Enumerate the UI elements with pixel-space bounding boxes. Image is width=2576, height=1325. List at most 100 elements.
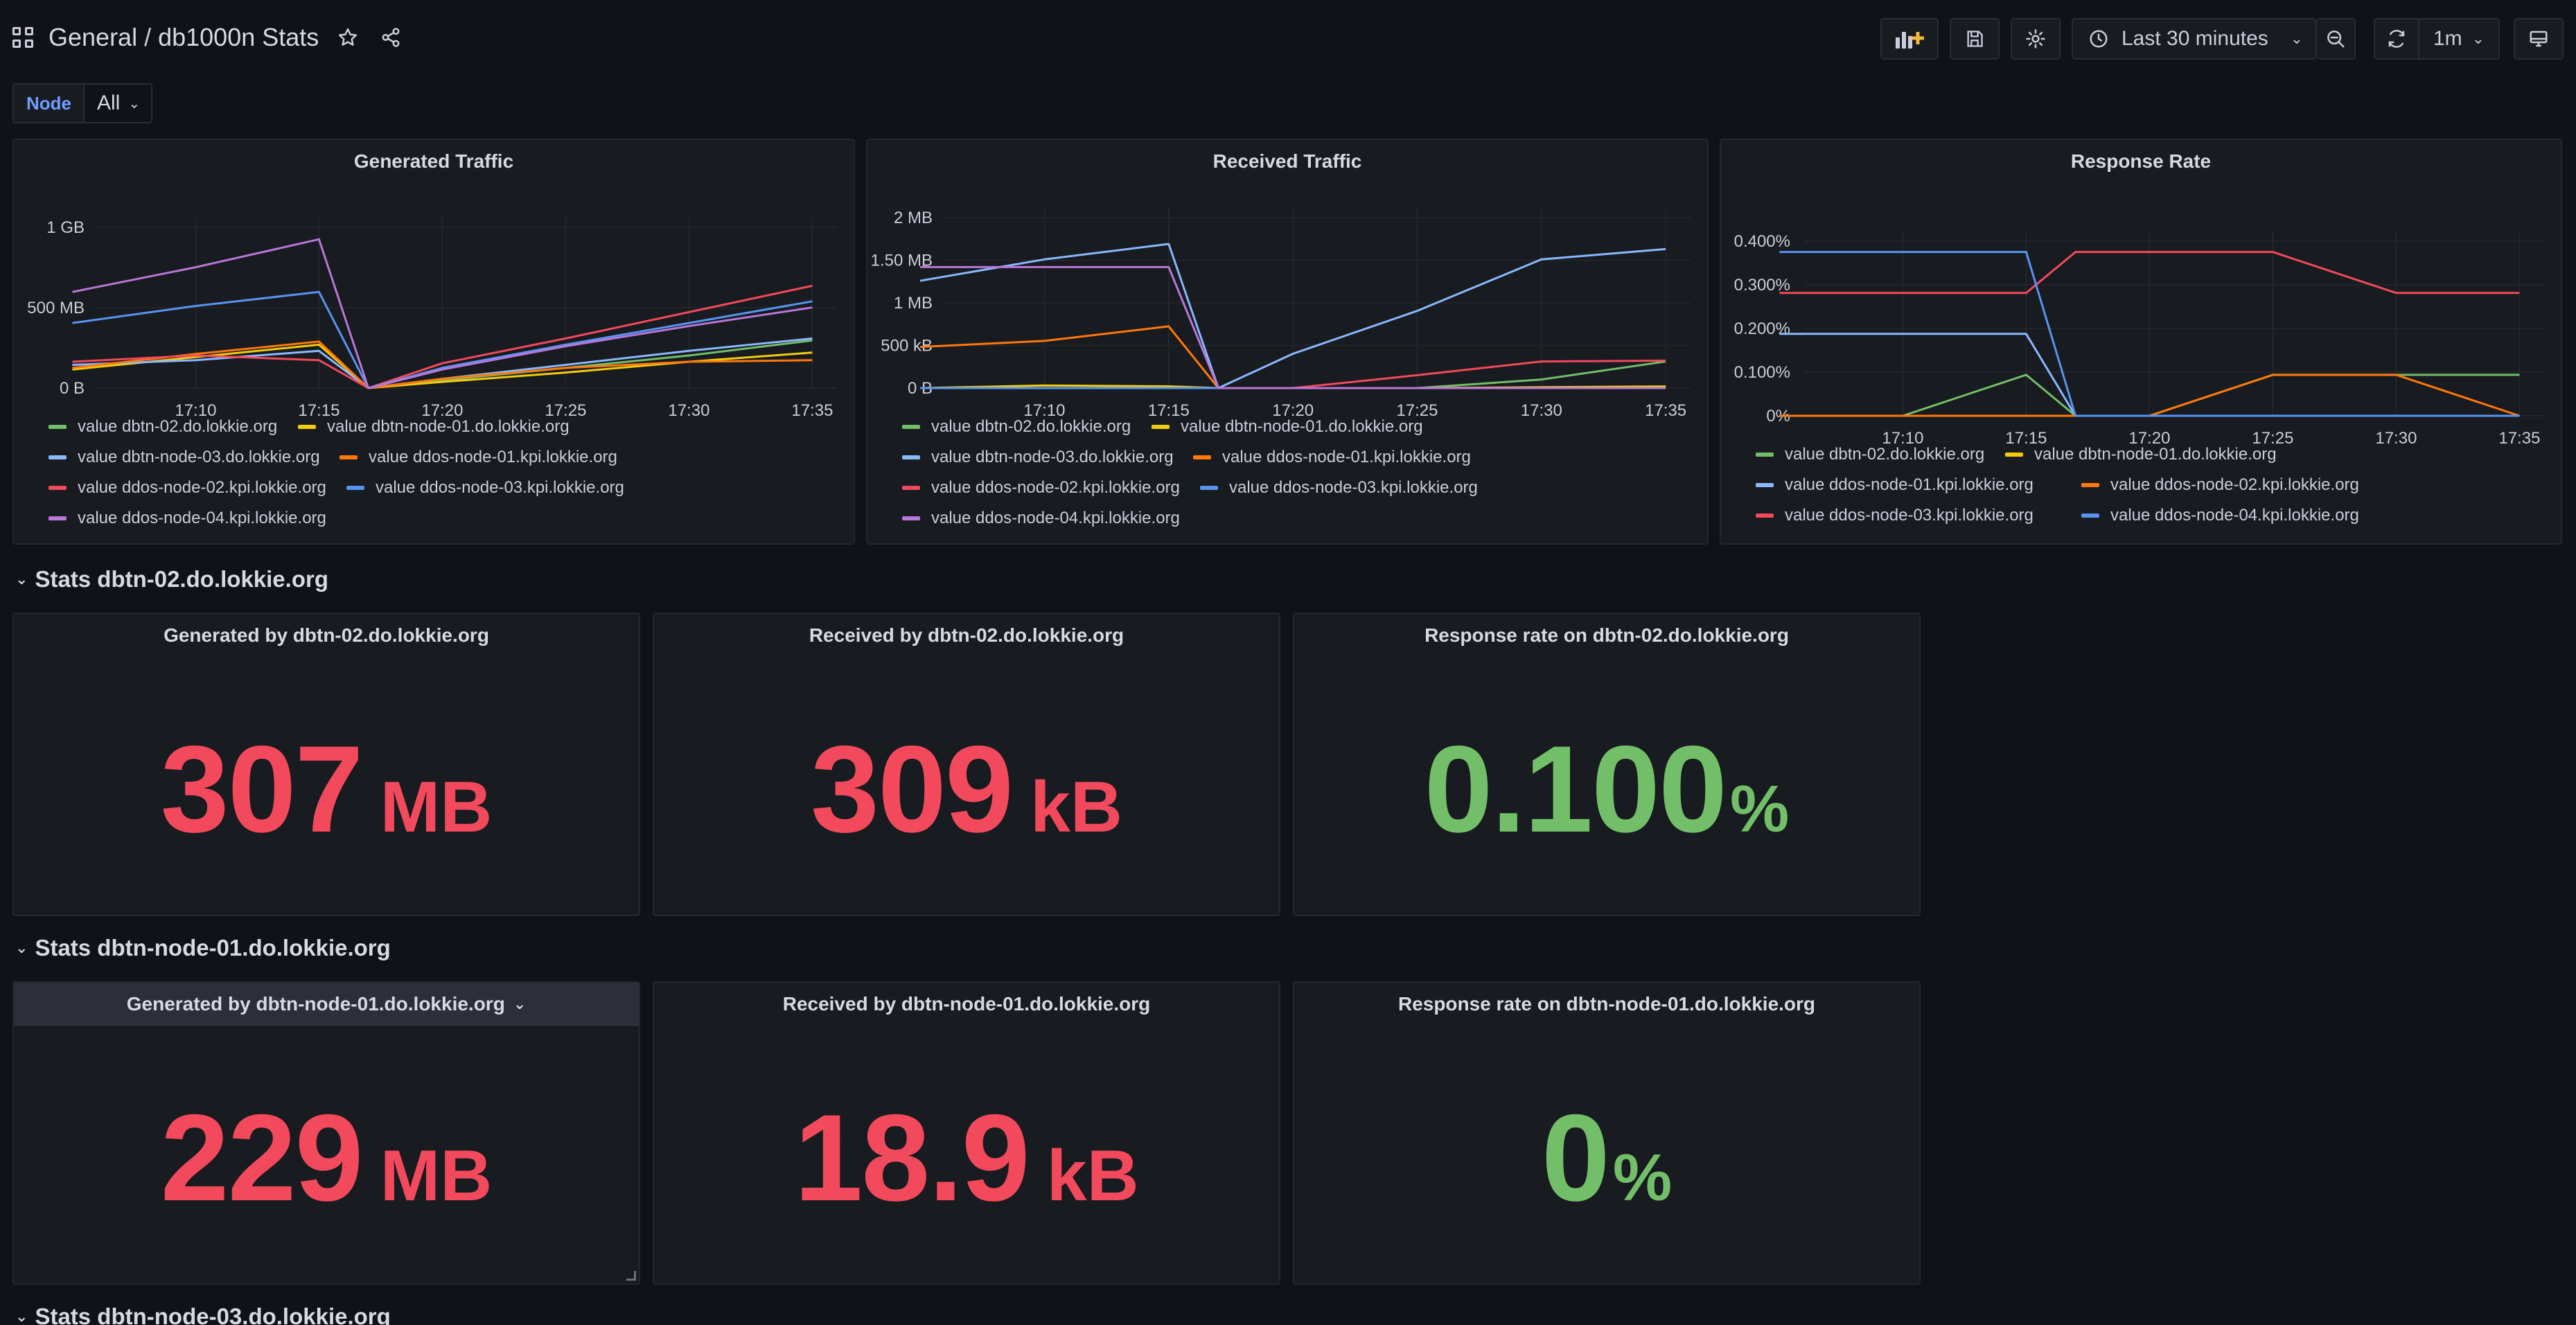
panel-title[interactable]: Generated by dbtn-02.do.lokkie.org: [14, 614, 639, 657]
chevron-down-icon: ⌄: [15, 939, 28, 956]
stat-panel-generated-dbtn-02[interactable]: Generated by dbtn-02.do.lokkie.org 307 MB: [12, 613, 640, 916]
stat-panel-response-dbtn-02[interactable]: Response rate on dbtn-02.do.lokkie.org 0…: [1293, 613, 1921, 916]
y-tick-label: 0 B: [60, 379, 85, 398]
legend-item[interactable]: value ddos-node-01.kpi.lokkie.org: [339, 448, 617, 467]
row-header-dbtn-node-03[interactable]: ⌄ Stats dbtn-node-03.do.lokkie.org: [15, 1301, 391, 1325]
row-title: Stats dbtn-node-01.do.lokkie.org: [35, 935, 391, 960]
legend-item[interactable]: value ddos-node-03.kpi.lokkie.org: [346, 478, 624, 498]
panel-title[interactable]: Response rate on dbtn-02.do.lokkie.org: [1294, 614, 1919, 657]
refresh-button[interactable]: [2374, 18, 2419, 60]
resize-handle[interactable]: [626, 1271, 636, 1281]
x-tick-label: 17:25: [2252, 429, 2293, 445]
chart-legend: value dbtn-02.do.lokkie.org value dbtn-no…: [1756, 445, 2552, 542]
legend-item[interactable]: value dbtn-02.do.lokkie.org: [1756, 445, 1984, 464]
stat-value: 309 kB: [654, 718, 1279, 860]
y-tick-label: 1 MB: [894, 294, 933, 313]
legend-item[interactable]: value ddos-node-02.kpi.lokkie.org: [902, 478, 1180, 498]
add-panel-button[interactable]: [1880, 18, 1939, 60]
refresh-interval-picker[interactable]: 1m ⌄: [2418, 18, 2500, 60]
chevron-down-icon[interactable]: ⌄: [513, 995, 526, 1013]
tv-mode-button[interactable]: [2514, 18, 2564, 60]
panel-title[interactable]: Received by dbtn-node-01.do.lokkie.org: [654, 983, 1279, 1026]
panel-response-rate[interactable]: Response Rate 0.400% 0.300% 0.200% 0.100% 0%…: [1720, 139, 2562, 545]
legend-item[interactable]: value ddos-node-04.kpi.lokkie.org: [48, 509, 326, 528]
panel-title[interactable]: Generated by dbtn-node-01.do.lokkie.org …: [14, 983, 639, 1026]
row-header-dbtn-02[interactable]: ⌄ Stats dbtn-02.do.lokkie.org: [15, 564, 328, 595]
x-tick-label: 17:30: [2375, 429, 2417, 445]
save-dashboard-button[interactable]: [1950, 18, 2000, 60]
time-range-picker[interactable]: Last 30 minutes ⌄: [2072, 18, 2317, 60]
zoom-out-icon: [2325, 28, 2346, 49]
row-title: Stats dbtn-02.do.lokkie.org: [35, 566, 328, 592]
x-tick-label: 17:20: [2128, 429, 2170, 445]
received-traffic-chart: 2 MB1.50 MB1 MB500 kB0 B17:10 17:15 17:20 1…: [871, 208, 1691, 420]
legend-swatch: [48, 425, 67, 429]
refresh-icon: [2386, 28, 2407, 49]
tv-icon: [2528, 28, 2549, 49]
dashboard-name[interactable]: db1000n Stats: [158, 23, 319, 51]
variable-value: All: [97, 91, 121, 114]
legend-item[interactable]: value ddos-node-02.kpi.lokkie.org: [2081, 475, 2359, 495]
legend-swatch: [1152, 425, 1170, 429]
stat-unit: kB: [1046, 1136, 1139, 1216]
apps-icon[interactable]: [12, 27, 33, 48]
share-icon[interactable]: [377, 24, 405, 51]
legend-swatch: [2081, 514, 2099, 518]
panel-title[interactable]: Received by dbtn-02.do.lokkie.org: [654, 614, 1279, 657]
legend-item[interactable]: value dbtn-node-01.do.lokkie.org: [298, 417, 570, 437]
stat-value: 229 MB: [14, 1087, 639, 1229]
legend-item[interactable]: value ddos-node-04.kpi.lokkie.org: [902, 509, 1180, 528]
legend-item[interactable]: value dbtn-02.do.lokkie.org: [902, 417, 1131, 437]
panel-generated-traffic[interactable]: Generated Traffic 1 GB 500 MB 0 B 17:10 17:1…: [12, 139, 855, 545]
legend-item[interactable]: value dbtn-node-01.do.lokkie.org: [1152, 417, 1423, 437]
row-header-dbtn-node-01[interactable]: ⌄ Stats dbtn-node-01.do.lokkie.org: [15, 933, 391, 963]
legend-swatch: [339, 455, 358, 459]
stat-panel-generated-dbtn-node-01[interactable]: Generated by dbtn-node-01.do.lokkie.org …: [12, 981, 640, 1285]
star-icon[interactable]: [334, 24, 362, 51]
dashboard-settings-button[interactable]: [2011, 18, 2061, 60]
stat-value: 307 MB: [14, 718, 639, 860]
legend-swatch: [902, 516, 920, 520]
add-panel-icon: [1894, 28, 1925, 50]
legend-label: value ddos-node-02.kpi.lokkie.org: [78, 478, 326, 497]
folder-link[interactable]: General: [48, 23, 137, 51]
legend-item[interactable]: value ddos-node-03.kpi.lokkie.org: [1200, 478, 1478, 498]
panel-received-traffic[interactable]: Received Traffic 2 MB 1.50 MB 1 MB 500 kB 0 …: [866, 139, 1709, 545]
legend-item[interactable]: value ddos-node-03.kpi.lokkie.org: [1756, 506, 2034, 525]
legend-label: value ddos-node-02.kpi.lokkie.org: [931, 478, 1180, 497]
stat-panel-response-dbtn-node-01[interactable]: Response rate on dbtn-node-01.do.lokkie.…: [1293, 981, 1921, 1285]
chevron-down-icon: ⌄: [15, 1308, 28, 1325]
generated-traffic-chart: 1 GB500 MB0 B17:10 17:15 17:20 17:25 17:30 17…: [27, 218, 837, 420]
panel-title[interactable]: Response rate on dbtn-node-01.do.lokkie.…: [1294, 983, 1919, 1026]
legend-item[interactable]: value dbtn-node-03.do.lokkie.org: [48, 448, 320, 467]
legend-item[interactable]: value dbtn-node-01.do.lokkie.org: [2005, 445, 2277, 464]
chart-legend: value dbtn-02.do.lokkie.org value dbtn-no…: [48, 417, 845, 542]
stat-panel-received-dbtn-02[interactable]: Received by dbtn-02.do.lokkie.org 309 kB: [653, 613, 1280, 916]
legend-label: value dbtn-node-01.do.lokkie.org: [1181, 417, 1423, 436]
legend-item[interactable]: value ddos-node-01.kpi.lokkie.org: [1193, 448, 1471, 467]
stat-number: 18.9: [794, 1089, 1030, 1227]
legend-label: value ddos-node-04.kpi.lokkie.org: [931, 509, 1180, 527]
y-tick-label: 0.400%: [1734, 232, 1790, 251]
chevron-down-icon: ⌄: [2290, 30, 2304, 47]
legend-swatch: [902, 425, 920, 429]
top-navbar: General / db1000n Stats Last 30 minutes ⌄: [0, 0, 2576, 75]
time-range-label: Last 30 minutes: [2121, 27, 2268, 50]
legend-item[interactable]: value ddos-node-02.kpi.lokkie.org: [48, 478, 326, 498]
stat-number: 0.100: [1424, 720, 1727, 858]
zoom-out-button[interactable]: [2317, 18, 2356, 60]
legend-item[interactable]: value dbtn-02.do.lokkie.org: [48, 417, 277, 437]
legend-item[interactable]: value ddos-node-04.kpi.lokkie.org: [2081, 506, 2359, 525]
variable-select-node[interactable]: All ⌄: [83, 83, 152, 123]
y-tick-label: 500 MB: [27, 299, 85, 317]
y-tick-label: 0.300%: [1734, 276, 1790, 295]
legend-item[interactable]: value ddos-node-01.kpi.lokkie.org: [1756, 475, 2034, 495]
stat-panel-received-dbtn-node-01[interactable]: Received by dbtn-node-01.do.lokkie.org 1…: [653, 981, 1280, 1285]
legend-item[interactable]: value dbtn-node-03.do.lokkie.org: [902, 448, 1174, 467]
dashboard-title[interactable]: General / db1000n Stats: [48, 23, 319, 52]
panel-title-text: Generated by dbtn-node-01.do.lokkie.org: [126, 992, 505, 1015]
legend-swatch: [298, 425, 316, 429]
legend-swatch: [2081, 483, 2099, 487]
legend-label: value ddos-node-03.kpi.lokkie.org: [1229, 478, 1478, 497]
x-tick-label: 17:15: [2005, 429, 2047, 445]
